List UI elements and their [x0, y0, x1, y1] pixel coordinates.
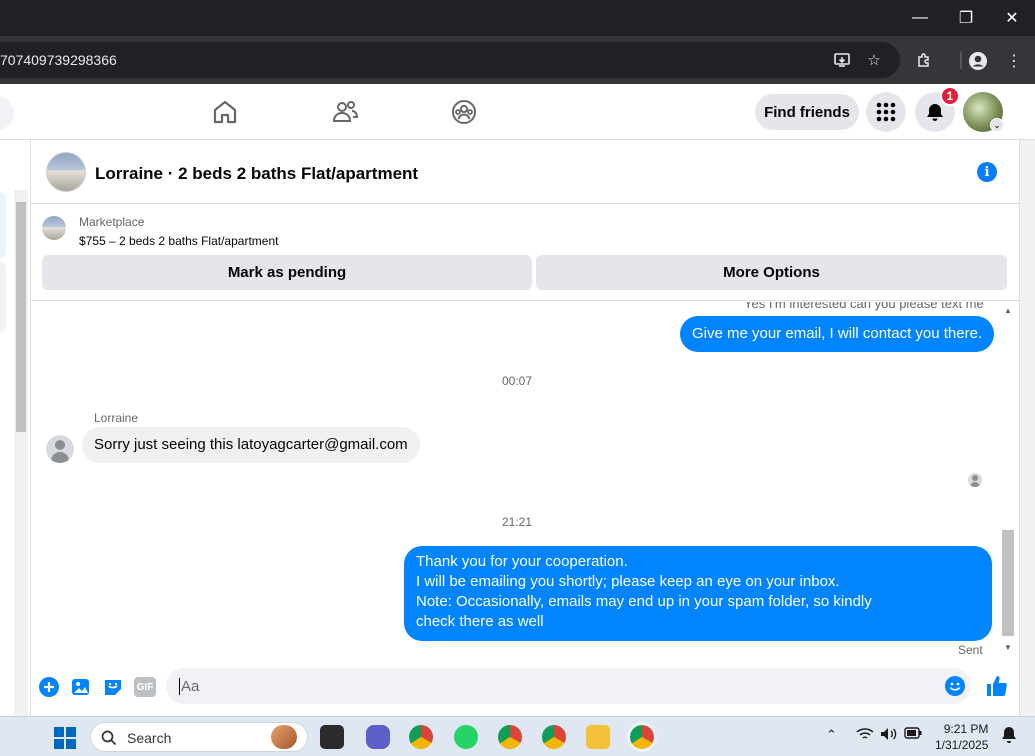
thumbs-up-icon[interactable] [985, 674, 1009, 698]
install-app-icon[interactable] [832, 50, 852, 70]
url-text: 707409739298366 [0, 52, 117, 68]
chevron-down-icon[interactable]: ⌄ [990, 118, 1004, 132]
emoji-icon[interactable] [945, 676, 965, 696]
whatsapp-icon[interactable] [454, 725, 478, 749]
message-input[interactable]: Aa [166, 668, 971, 704]
outgoing-message[interactable]: Thank you for your cooperation. I will b… [404, 546, 992, 641]
groups-icon[interactable] [450, 98, 478, 126]
message-line: check there as well [416, 613, 544, 630]
thread-avatar[interactable] [46, 152, 86, 192]
file-explorer-icon[interactable] [586, 725, 610, 749]
close-button[interactable]: ✕ [989, 0, 1035, 36]
scroll-down-arrow[interactable]: ▼ [1003, 643, 1013, 652]
message-line: Thank you for your cooperation. [416, 553, 628, 570]
taskbar-search-label: Search [127, 730, 172, 746]
volume-icon[interactable] [880, 727, 898, 744]
bell-icon [927, 104, 943, 121]
more-options-button[interactable]: More Options [536, 255, 1007, 290]
taskbar-time: 9:21 PM [943, 722, 989, 736]
task-view-icon[interactable] [320, 725, 344, 749]
taskbar-search[interactable]: Search [90, 722, 308, 752]
windows-start-icon[interactable] [53, 726, 77, 750]
listing-summary[interactable]: $755 – 2 beds 2 baths Flat/apartment [79, 234, 278, 248]
search-icon [101, 730, 117, 746]
taskbar-clock[interactable]: 9:21 PM 1/31/2025 [935, 721, 988, 753]
taskbar-date: 1/31/2025 [935, 738, 989, 752]
mark-as-pending-button[interactable]: Mark as pending [42, 255, 532, 290]
message-input-placeholder: Aa [181, 678, 200, 695]
conversation-list-item[interactable] [0, 192, 6, 258]
incoming-message[interactable]: Sorry just seeing this latoyagcarter@gma… [82, 427, 420, 463]
marketplace-label: Marketplace [79, 215, 145, 229]
message-timestamp: 21:21 [501, 515, 533, 529]
extensions-icon[interactable] [913, 50, 935, 72]
message-timestamp: 00:07 [501, 374, 533, 388]
chrome-app-icon[interactable] [409, 725, 433, 749]
browser-titlebar: — ❐ ✕ [0, 0, 1035, 36]
info-icon[interactable]: i [977, 162, 997, 182]
chrome-active-icon[interactable] [627, 722, 657, 752]
scrollbar-thumb[interactable] [16, 202, 26, 432]
message-composer: GIF Aa [31, 662, 1021, 716]
search-highlight-icon [271, 725, 297, 749]
chat-header: Lorraine · 2 beds 2 baths Flat/apartment… [31, 140, 1021, 204]
plus-circle-icon[interactable] [38, 676, 60, 698]
menu-grid-button[interactable] [866, 92, 906, 132]
notification-badge: 1 [940, 86, 960, 106]
delivery-status: Sent [958, 643, 983, 657]
chrome-profile-icon[interactable] [542, 725, 566, 749]
battery-icon[interactable] [904, 727, 922, 742]
seen-receipt-avatar [968, 473, 982, 487]
conversation-list-scrollbar[interactable] [14, 190, 28, 716]
message-list: Yes I'm interested can you please text m… [31, 302, 1021, 662]
scroll-up-arrow[interactable]: ▲ [1003, 306, 1013, 315]
thread-title[interactable]: Lorraine · 2 beds 2 baths Flat/apartment [95, 164, 418, 184]
find-friends-button[interactable]: Find friends [755, 94, 859, 130]
facebook-navbar: Find friends ⌄ [0, 84, 1035, 140]
chrome-profile-icon[interactable] [498, 725, 522, 749]
gif-icon[interactable]: GIF [134, 677, 156, 697]
scrollbar-thumb[interactable] [1002, 530, 1014, 636]
facebook-search[interactable] [0, 96, 14, 130]
marketplace-banner: Marketplace $755 – 2 beds 2 baths Flat/a… [31, 205, 1021, 301]
browser-toolbar: 707409739298366 ☆ | ⋮ [0, 36, 1035, 84]
home-icon[interactable] [211, 98, 239, 126]
restore-button[interactable]: ❐ [943, 0, 989, 36]
chat-panel: Lorraine · 2 beds 2 baths Flat/apartment… [30, 140, 1021, 716]
sticker-icon[interactable] [102, 676, 124, 698]
message-line: I will be emailing you shortly; please k… [416, 573, 840, 590]
photo-icon[interactable] [70, 676, 92, 698]
sender-name: Lorraine [94, 411, 139, 425]
sender-avatar[interactable] [46, 435, 74, 463]
previous-message-text: Yes I'm interested can you please text m… [744, 302, 984, 311]
minimize-button[interactable]: — [897, 0, 943, 36]
teams-chat-icon[interactable] [366, 725, 390, 749]
page-scrollbar[interactable] [1020, 140, 1035, 716]
grid-icon [876, 102, 896, 122]
omnibox[interactable]: 707409739298366 ☆ [0, 42, 900, 78]
text-caret [179, 678, 180, 695]
browser-menu-icon[interactable]: ⋮ [1003, 50, 1025, 72]
listing-thumbnail[interactable] [42, 216, 66, 240]
chevron-up-icon[interactable]: ⌃ [826, 727, 837, 743]
message-line: Note: Occasionally, emails may end up in… [416, 593, 872, 610]
windows-taskbar: Search ⌃ 9:21 PM 1/31/2025 [0, 716, 1035, 756]
wifi-icon[interactable] [856, 727, 874, 744]
browser-profile-icon[interactable] [967, 50, 989, 72]
conversation-list-item[interactable] [0, 262, 6, 332]
bookmark-star-icon[interactable]: ☆ [864, 50, 884, 70]
message-scrollbar[interactable]: ▲ ▼ [1001, 305, 1015, 655]
friends-icon[interactable] [331, 98, 359, 126]
outgoing-message[interactable]: Give me your email, I will contact you t… [680, 316, 995, 352]
notification-bell-icon[interactable] [1001, 726, 1017, 747]
